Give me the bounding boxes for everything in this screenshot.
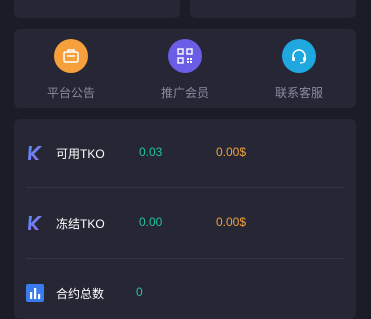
- row-usd-value: 0.00$: [216, 145, 247, 159]
- announcement-label: 平台公告: [46, 86, 95, 100]
- qr-code-icon: [168, 39, 202, 73]
- row-divider: [26, 187, 344, 188]
- customer-service-label: 联系客服: [274, 86, 323, 100]
- tko-logo-icon: [26, 214, 44, 232]
- row-usd-value: 0.00$: [216, 215, 247, 229]
- row-amount: 0.03: [139, 145, 163, 159]
- row-label: 冻结TKO: [56, 217, 105, 231]
- top-left-card: [14, 0, 180, 18]
- row-amount: 0: [136, 285, 143, 299]
- bar-chart-icon: [26, 284, 44, 302]
- announcement-button[interactable]: 平台公告: [21, 39, 121, 103]
- promote-member-label: 推广会员: [160, 86, 209, 100]
- row-divider: [26, 258, 344, 259]
- customer-service-button[interactable]: 联系客服: [249, 39, 349, 103]
- top-right-card: [190, 0, 356, 18]
- promote-member-button[interactable]: 推广会员: [135, 39, 235, 103]
- row-label: 可用TKO: [56, 147, 105, 161]
- announcement-icon: [54, 39, 88, 73]
- tko-logo-icon: [26, 144, 44, 162]
- assets-card: 可用TKO 0.03 0.00$ 冻结TKO 0.00 0.00$ 合约总数 0: [14, 119, 356, 319]
- headset-icon: [282, 39, 316, 73]
- frozen-tko-row[interactable]: 冻结TKO 0.00 0.00$: [14, 208, 356, 238]
- available-tko-row[interactable]: 可用TKO 0.03 0.00$: [14, 138, 356, 168]
- row-label: 合约总数: [56, 287, 105, 301]
- row-amount: 0.00: [139, 215, 163, 229]
- quick-actions-card: 平台公告 推广会员 联系客服: [14, 29, 356, 108]
- total-contracts-row[interactable]: 合约总数 0: [14, 278, 356, 308]
